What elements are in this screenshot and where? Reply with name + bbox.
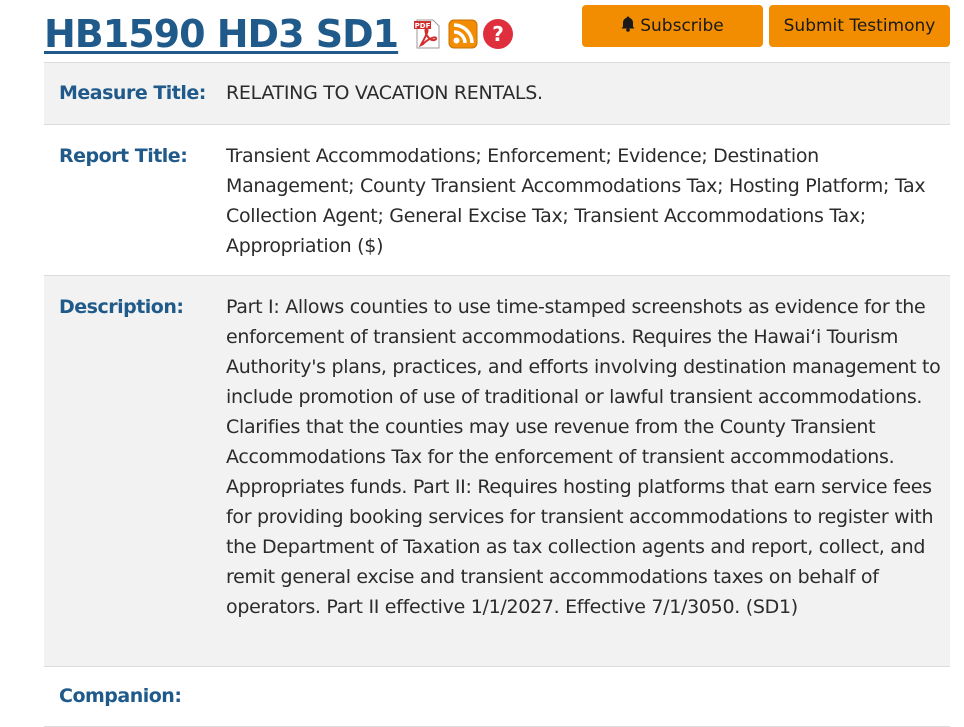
measure-title-value: RELATING TO VACATION RENTALS. bbox=[226, 82, 543, 104]
measure-details-table: Measure Title: RELATING TO VACATION RENT… bbox=[44, 62, 950, 727]
help-icon[interactable]: ? bbox=[482, 18, 514, 50]
description-label: Description: bbox=[59, 296, 184, 318]
row-companion: Companion: bbox=[44, 667, 950, 727]
report-title-label: Report Title: bbox=[59, 145, 188, 167]
subscribe-label: Subscribe bbox=[640, 16, 724, 36]
pdf-icon[interactable]: PDF bbox=[412, 18, 444, 50]
companion-value bbox=[211, 681, 950, 726]
row-description: Description: Part I: Allows counties to … bbox=[44, 276, 950, 667]
report-title-value: Transient Accommodations; Enforcement; E… bbox=[226, 145, 926, 257]
svg-text:?: ? bbox=[492, 22, 504, 46]
description-value: Part I: Allows counties to use time-stam… bbox=[226, 296, 941, 618]
submit-testimony-button[interactable]: Submit Testimony bbox=[769, 5, 950, 47]
rss-icon[interactable] bbox=[447, 18, 479, 50]
bill-title-link[interactable]: HB1590 HD3 SD1 bbox=[44, 10, 399, 58]
subscribe-button[interactable]: Subscribe bbox=[582, 5, 763, 47]
measure-title-label: Measure Title: bbox=[59, 82, 206, 104]
bell-icon bbox=[621, 16, 635, 36]
svg-text:PDF: PDF bbox=[415, 22, 431, 30]
companion-label: Companion: bbox=[59, 685, 182, 707]
bill-icons: PDF ? bbox=[412, 18, 514, 50]
row-measure-title: Measure Title: RELATING TO VACATION RENT… bbox=[44, 63, 950, 125]
title-bar: HB1590 HD3 SD1 PDF ? bbox=[44, 8, 514, 60]
row-report-title: Report Title: Transient Accommodations; … bbox=[44, 125, 950, 276]
